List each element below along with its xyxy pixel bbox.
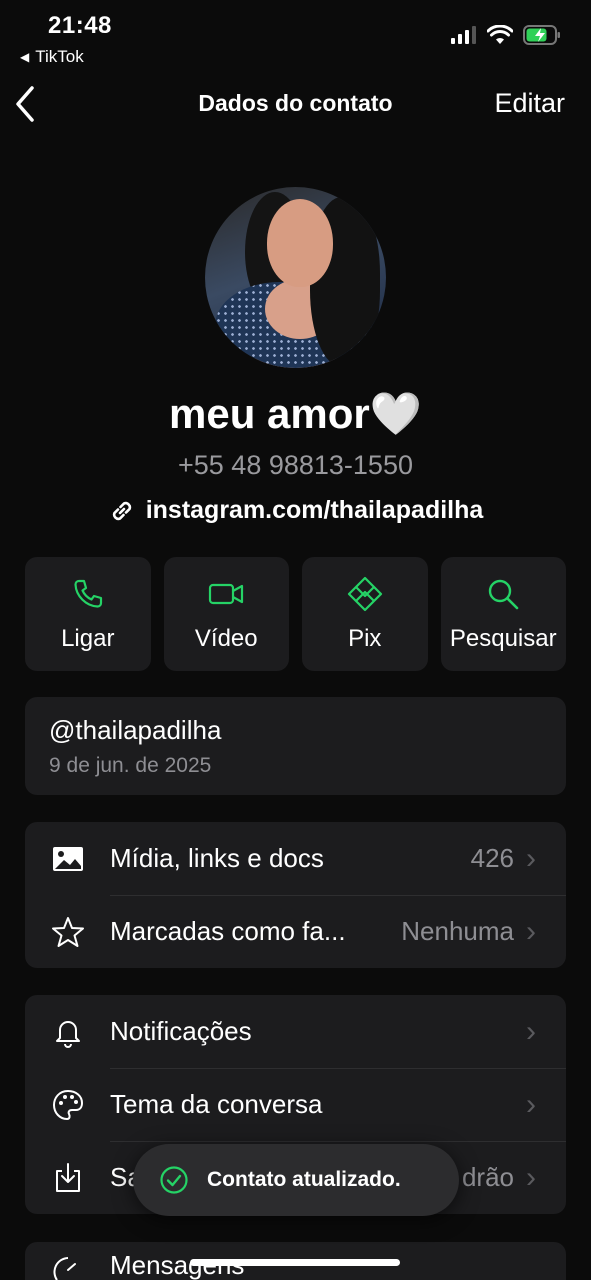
chevron-right-icon: › <box>526 914 536 948</box>
back-to-app-link[interactable]: ◀ TikTok <box>20 47 84 67</box>
starred-label: Marcadas como fa... <box>110 916 346 946</box>
search-label: Pesquisar <box>449 625 557 652</box>
media-section: Mídia, links e docs 426 › Marcadas como … <box>25 822 566 968</box>
chevron-right-icon: › <box>526 1087 536 1121</box>
disappearing-messages-value: Desativadas <box>411 1250 554 1280</box>
edit-button[interactable]: Editar <box>494 88 565 119</box>
chat-theme-row[interactable]: Tema da conversa › <box>25 1068 566 1141</box>
check-circle-icon <box>160 1166 188 1194</box>
media-count: 426 <box>470 843 514 873</box>
contact-link[interactable]: instagram.com/thailapadilha <box>0 496 591 525</box>
notifications-row[interactable]: Notificações › <box>25 995 566 1068</box>
wifi-icon <box>487 25 513 44</box>
timer-icon <box>52 1257 76 1280</box>
avatar[interactable] <box>205 187 386 368</box>
contact-link-text: instagram.com/thailapadilha <box>145 496 484 524</box>
chevron-right-icon: › <box>526 1160 536 1194</box>
back-app-label: TikTok <box>35 47 84 66</box>
battery-icon <box>523 25 560 45</box>
starred-value: Nenhuma <box>401 916 514 946</box>
notifications-label: Notificações <box>110 1016 252 1046</box>
contact-name: meu amor🤍 <box>168 390 423 437</box>
video-icon <box>209 583 244 605</box>
pix-button[interactable]: Pix <box>302 557 428 671</box>
bell-icon <box>55 1020 80 1048</box>
media-links-docs-row[interactable]: Mídia, links e docs 426 › <box>25 822 566 895</box>
image-icon <box>52 846 83 871</box>
phone-icon <box>74 579 102 608</box>
media-label: Mídia, links e docs <box>110 843 324 873</box>
search-icon <box>489 579 519 610</box>
star-icon <box>51 916 84 947</box>
call-label: Ligar <box>61 625 115 652</box>
starred-row[interactable]: Marcadas como fa... Nenhuma › <box>25 895 566 968</box>
search-button[interactable]: Pesquisar <box>440 557 566 671</box>
home-indicator[interactable] <box>190 1259 400 1266</box>
username-card[interactable]: @thailapadilha 9 de jun. de 2025 <box>25 697 566 795</box>
palette-icon <box>52 1089 83 1120</box>
chevron-right-icon: › <box>526 1014 536 1048</box>
pix-label: Pix <box>348 625 382 652</box>
contact-phone[interactable]: +55 48 98813-1550 <box>0 450 591 481</box>
chevron-right-icon: › <box>526 841 536 875</box>
call-button[interactable]: Ligar <box>25 557 151 671</box>
status-time: 21:48 <box>48 12 112 39</box>
status-icons <box>451 25 561 45</box>
username: @thailapadilha <box>49 715 222 745</box>
save-icon <box>55 1162 80 1192</box>
chat-theme-label: Tema da conversa <box>110 1089 323 1119</box>
username-date: 9 de jun. de 2025 <box>49 754 212 777</box>
signal-icon <box>451 26 476 44</box>
toast-message: Contato atualizado. <box>207 1168 401 1191</box>
video-label: Vídeo <box>194 625 258 652</box>
pix-icon <box>347 576 382 612</box>
video-button[interactable]: Vídeo <box>163 557 289 671</box>
back-triangle-icon: ◀ <box>20 50 30 64</box>
link-icon <box>112 501 131 520</box>
toast-notification: Contato atualizado. <box>133 1144 459 1216</box>
save-media-value: drão <box>461 1162 514 1192</box>
action-buttons: Ligar Vídeo Pix Pesquisar <box>25 557 566 671</box>
